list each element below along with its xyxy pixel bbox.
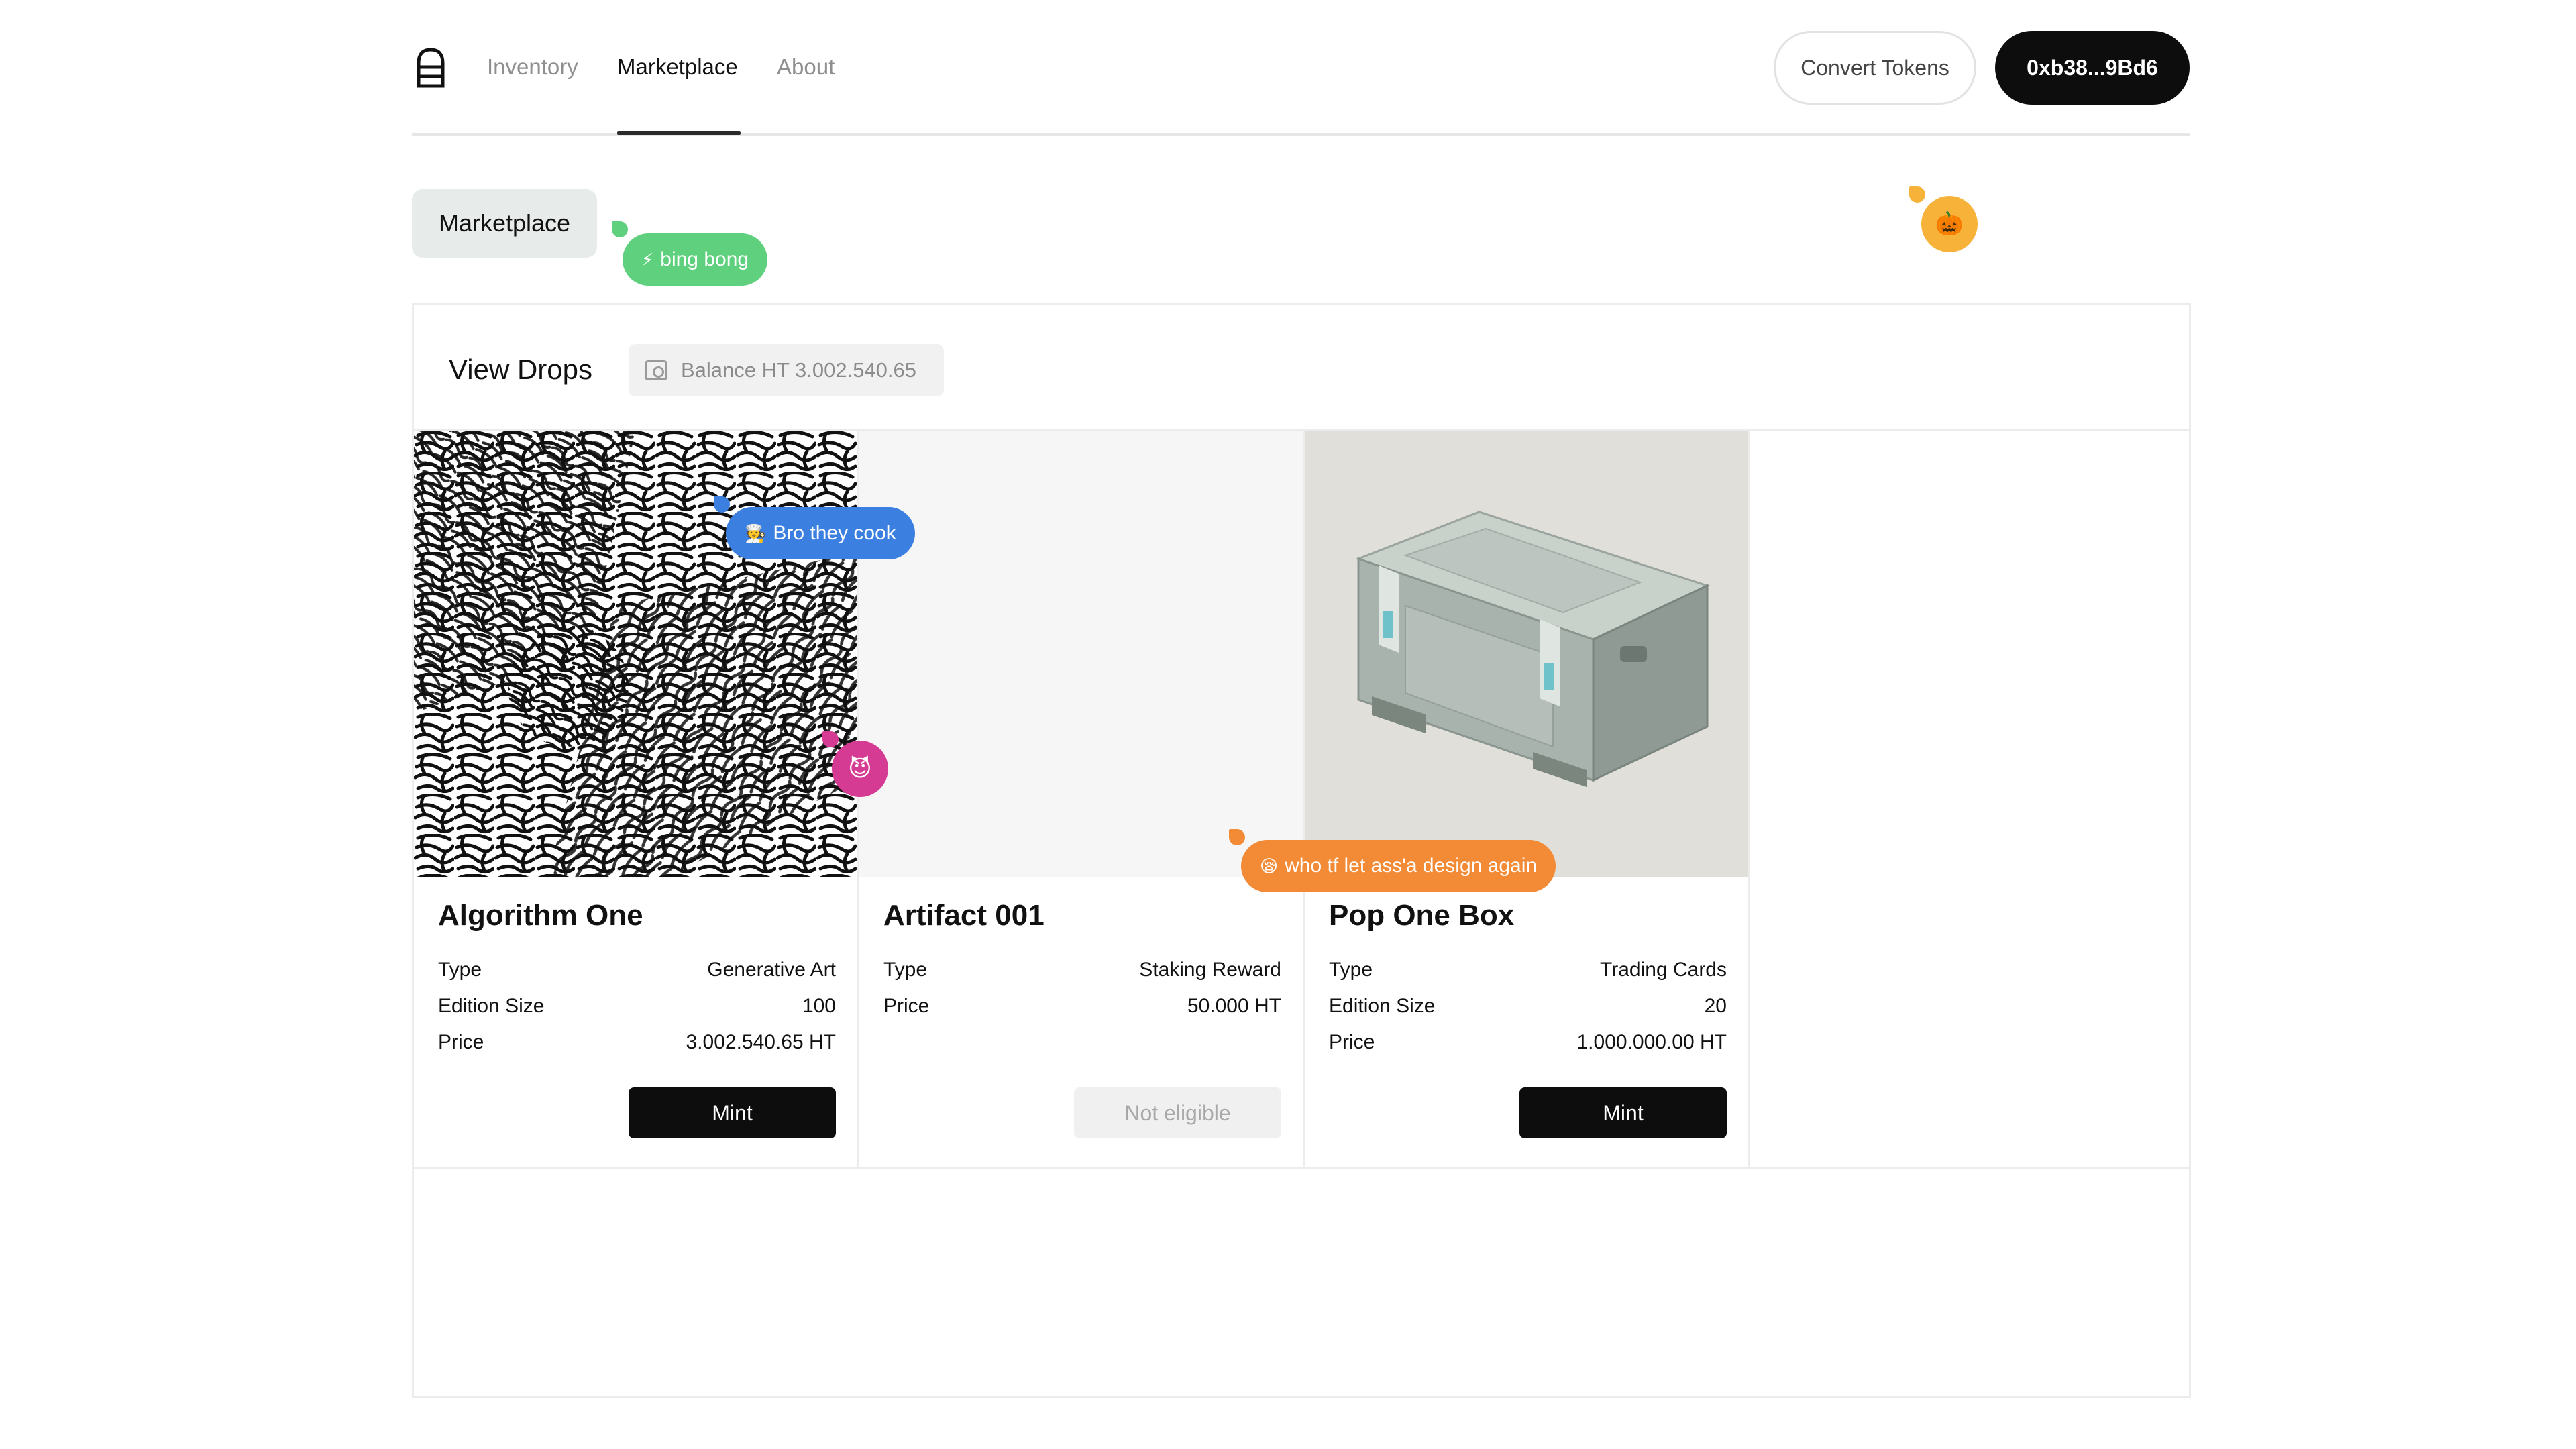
storage-case-icon — [1355, 511, 1711, 787]
wallet-address-button[interactable]: 0xb38...9Bd6 — [1995, 31, 2190, 105]
spec-row-price: Price 3.002.540.65 HT — [438, 1031, 836, 1053]
drop-card-artifact-001[interactable]: Artifact 001 Type Staking Reward Price 5… — [859, 431, 1305, 1169]
convert-tokens-button[interactable]: Convert Tokens — [1774, 31, 1976, 105]
wallet-icon — [645, 360, 667, 380]
spec-row-type: Type Trading Cards — [1329, 959, 1727, 981]
cursor-chat-bubble: ⚡ bing bong — [623, 233, 768, 286]
pumpkin-icon: 🎃 — [1935, 211, 1964, 237]
card-image-blank[interactable] — [859, 431, 1303, 877]
card-image-storage-case[interactable] — [1305, 431, 1748, 877]
drop-card-pop-one-box[interactable]: Pop One Box Type Trading Cards Edition S… — [1305, 431, 1750, 1169]
logo-icon[interactable] — [415, 47, 447, 89]
active-tab-indicator — [617, 131, 741, 135]
nav-inventory[interactable]: Inventory — [487, 54, 578, 80]
card-title: Artifact 001 — [883, 899, 1044, 932]
cursor-pointer-icon — [822, 731, 839, 747]
lightning-icon: ⚡ — [641, 250, 654, 270]
view-drops-heading: View Drops — [449, 354, 592, 385]
nav-about[interactable]: About — [777, 54, 835, 80]
cursor-pointer-icon — [612, 221, 628, 237]
spec-row-edition-size: Edition Size 20 — [1329, 995, 1727, 1017]
page-title: Marketplace — [412, 189, 597, 258]
spec-row-type: Type Generative Art — [438, 959, 836, 981]
drop-cards: Algorithm One Type Generative Art Editio… — [414, 431, 2189, 1169]
spec-row-edition-size: Edition Size 100 — [438, 995, 836, 1017]
card-title: Pop One Box — [1329, 899, 1515, 932]
devil-icon: 😈 — [848, 756, 872, 782]
maze-art-icon — [414, 431, 857, 877]
spec-row-price: Price 1.000.000.00 HT — [1329, 1031, 1727, 1053]
cursor-pointer-icon — [1909, 186, 1925, 203]
cursor-chat-bubble: 😪 who tf let ass'a design again — [1241, 840, 1556, 892]
cursor-chat-bubble: 🧑‍🍳 Bro they cook — [726, 507, 915, 559]
top-nav: Inventory Marketplace About Convert Toke… — [412, 0, 2190, 136]
chef-icon: 🧑‍🍳 — [745, 523, 767, 543]
spec-row-price: Price 50.000 HT — [883, 995, 1281, 1017]
cursor-pointer-icon — [714, 496, 730, 513]
sleepy-face-icon: 😪 — [1260, 856, 1279, 876]
nav-marketplace[interactable]: Marketplace — [617, 54, 738, 80]
balance-text: Balance HT 3.002.540.65 — [681, 358, 917, 382]
card-image-generative-art[interactable] — [414, 431, 857, 877]
balance-badge: Balance HT 3.002.540.65 — [629, 344, 944, 396]
mint-button[interactable]: Mint — [629, 1087, 836, 1138]
cursor-chat-bubble: 😈 — [832, 741, 888, 797]
card-title: Algorithm One — [438, 899, 643, 932]
panel-header: View Drops Balance HT 3.002.540.65 — [414, 305, 2189, 431]
spec-row-type: Type Staking Reward — [883, 959, 1281, 981]
cursor-chat-bubble: 🎃 — [1921, 196, 1978, 252]
not-eligible-button: Not eligible — [1074, 1087, 1281, 1138]
mint-button[interactable]: Mint — [1519, 1087, 1727, 1138]
cursor-pointer-icon — [1229, 829, 1245, 845]
